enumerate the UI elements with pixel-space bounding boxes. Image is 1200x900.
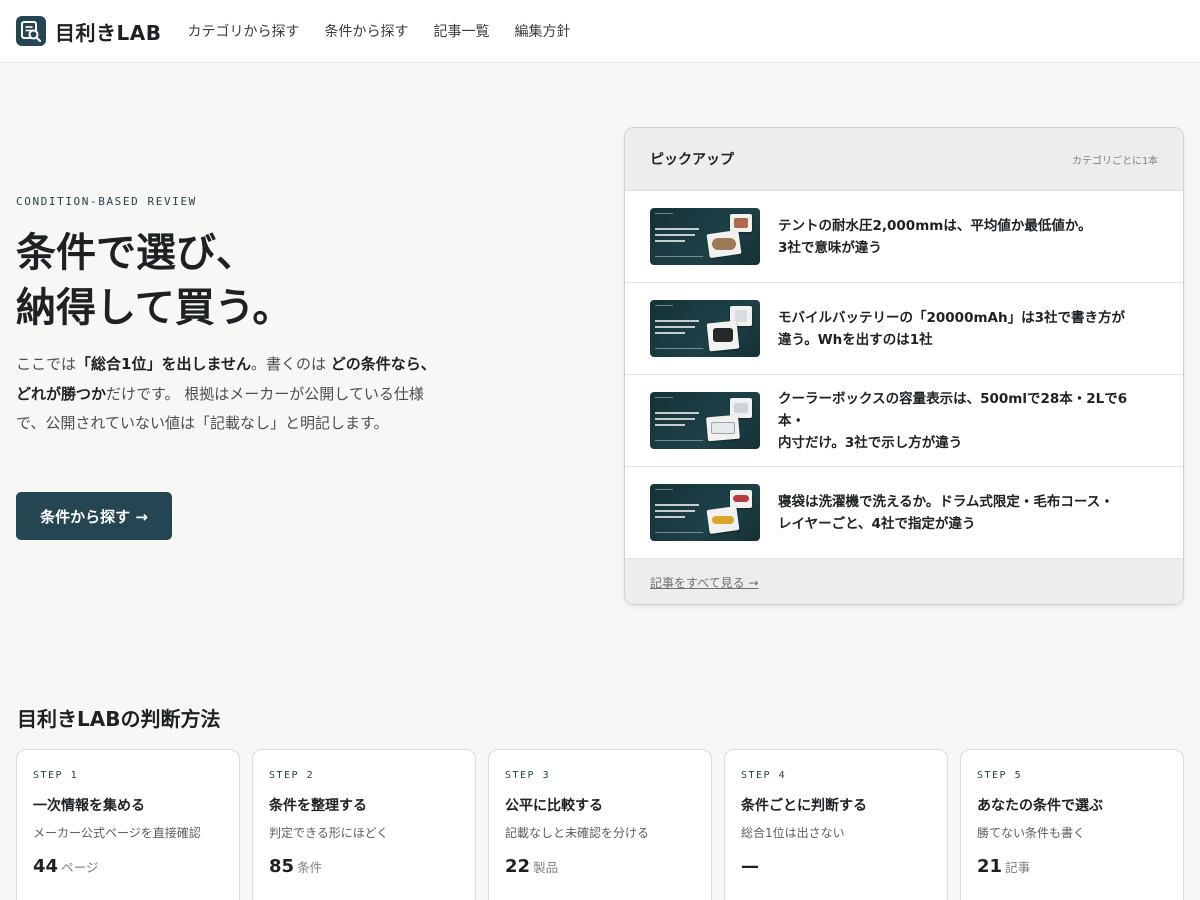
- pickup-item-title: 寝袋は洗濯機で洗えるか。ドラム式限定・毛布コース・ レイヤーごと、4社で指定が違…: [778, 491, 1148, 535]
- step-title: 条件を整理する: [269, 798, 367, 814]
- method-title: 目利きLABの判断方法: [17, 707, 221, 731]
- step-desc: 勝てない条件も書く: [977, 826, 1086, 840]
- pickup-footer: 記事をすべて見る →: [625, 559, 1183, 604]
- nav-item-category[interactable]: カテゴリから探す: [187, 21, 299, 41]
- step-label: STEP 3: [505, 770, 551, 781]
- pickup-item-sleeping-bag[interactable]: 寝袋は洗濯機で洗えるか。ドラム式限定・毛布コース・ レイヤーごと、4社で指定が違…: [625, 467, 1183, 559]
- step-number: 85: [269, 856, 295, 877]
- step-number: 22: [505, 856, 531, 877]
- pickup-item-title: クーラーボックスの容量表示は、500mlで28本・2Lで6本・ 内寸だけ。3社で…: [778, 388, 1148, 454]
- hero-title: 条件で選び、 納得して買う。: [16, 226, 436, 336]
- magnifier-document-icon: [16, 16, 46, 46]
- step-number: —: [741, 856, 759, 877]
- step-label: STEP 5: [977, 770, 1023, 781]
- search-by-condition-button[interactable]: 条件から探す →: [16, 492, 172, 540]
- step-label: STEP 1: [33, 770, 79, 781]
- title-line: 違う。Whを出すのは1社: [778, 331, 933, 348]
- lead-emphasis: 「総合1位」を出しません: [76, 355, 252, 373]
- step-unit: 記事: [1005, 860, 1031, 875]
- site-logo[interactable]: 目利きLAB: [16, 16, 161, 46]
- step-desc: 判定できる形にほどく: [269, 826, 389, 840]
- step-card: STEP 5 あなたの条件で選ぶ 勝てない条件も書く 21 記事: [960, 749, 1184, 900]
- step-unit: 製品: [533, 860, 559, 875]
- title-line: 3社で意味が違う: [778, 239, 882, 256]
- step-desc: 記載なしと未確認を分ける: [505, 826, 650, 840]
- pickup-card: ピックアップ カテゴリごとに1本 テントの耐水圧2,000mmは、平均値か最低値…: [624, 127, 1184, 605]
- title-line: クーラーボックスの容量表示は、500mlで28本・2Lで6本・: [778, 390, 1128, 429]
- logo-text: 目利きLAB: [55, 20, 162, 45]
- hero-title-line1: 条件で選び、: [16, 230, 256, 276]
- step-number: 44: [33, 856, 59, 877]
- step-title: 一次情報を集める: [33, 798, 145, 814]
- step-desc: メーカー公式ページを直接確認: [33, 826, 201, 840]
- pickup-item-tent[interactable]: テントの耐水圧2,000mmは、平均値か最低値か。 3社で意味が違う: [625, 191, 1183, 283]
- pickup-item-title: モバイルバッテリーの「20000mAh」は3社で書き方が 違う。Whを出すのは1…: [778, 307, 1148, 351]
- step-card: STEP 2 条件を整理する 判定できる形にほどく 85 条件: [252, 749, 476, 900]
- hero-title-line2: 納得して買う。: [16, 285, 293, 331]
- pickup-title: ピックアップ: [650, 152, 734, 168]
- title-line: 寝袋は洗濯機で洗えるか。ドラム式限定・毛布コース・: [778, 493, 1114, 510]
- main-nav: カテゴリから探す 条件から探す 記事一覧 編集方針: [187, 21, 595, 41]
- title-line: モバイルバッテリーの「20000mAh」は3社で書き方が: [778, 309, 1125, 326]
- step-title: 公平に比較する: [505, 798, 603, 814]
- step-stat: 44 ページ: [33, 856, 223, 877]
- step-stat: 21 記事: [977, 856, 1167, 877]
- method-steps: STEP 1 一次情報を集める メーカー公式ページを直接確認 44 ページ ST…: [16, 749, 1184, 900]
- nav-item-policy[interactable]: 編集方針: [514, 21, 570, 41]
- step-stat: —: [741, 856, 931, 877]
- nav-item-articles[interactable]: 記事一覧: [433, 21, 489, 41]
- step-desc: 総合1位は出さない: [741, 826, 845, 840]
- title-line: 内寸だけ。3社で示し方が違う: [778, 434, 963, 451]
- lead-seg: ここでは: [16, 355, 77, 373]
- see-all-articles-link[interactable]: 記事をすべて見る →: [650, 574, 759, 591]
- step-number: 21: [977, 856, 1003, 877]
- pickup-note: カテゴリごとに1本: [1071, 155, 1158, 167]
- step-label: STEP 2: [269, 770, 315, 781]
- step-stat: 85 条件: [269, 856, 459, 877]
- hero-eyebrow: CONDITION-BASED REVIEW: [16, 195, 197, 208]
- site-header: 目利きLAB カテゴリから探す 条件から探す 記事一覧 編集方針: [0, 0, 1200, 63]
- article-thumbnail: [650, 484, 760, 541]
- article-thumbnail: [650, 208, 760, 265]
- article-thumbnail: [650, 392, 760, 449]
- lead-seg: 。書くのは: [251, 355, 331, 373]
- hero-lead: ここでは「総合1位」を出しません。書くのは どの条件なら、どれが勝つかだけです。…: [16, 350, 436, 439]
- pickup-header: ピックアップ カテゴリごとに1本: [625, 128, 1183, 191]
- step-title: 条件ごとに判断する: [741, 798, 867, 814]
- step-card: STEP 3 公平に比較する 記載なしと未確認を分ける 22 製品: [488, 749, 712, 900]
- title-line: テントの耐水圧2,000mmは、平均値か最低値か。: [778, 217, 1092, 234]
- nav-item-condition[interactable]: 条件から探す: [324, 21, 408, 41]
- step-stat: 22 製品: [505, 856, 695, 877]
- pickup-item-title: テントの耐水圧2,000mmは、平均値か最低値か。 3社で意味が違う: [778, 215, 1148, 259]
- step-label: STEP 4: [741, 770, 787, 781]
- pickup-item-cooler[interactable]: クーラーボックスの容量表示は、500mlで28本・2Lで6本・ 内寸だけ。3社で…: [625, 375, 1183, 467]
- step-unit: ページ: [61, 860, 99, 875]
- step-unit: 条件: [297, 860, 323, 875]
- article-thumbnail: [650, 300, 760, 357]
- pickup-item-battery[interactable]: モバイルバッテリーの「20000mAh」は3社で書き方が 違う。Whを出すのは1…: [625, 283, 1183, 375]
- step-card: STEP 1 一次情報を集める メーカー公式ページを直接確認 44 ページ: [16, 749, 240, 900]
- step-title: あなたの条件で選ぶ: [977, 798, 1103, 814]
- step-card: STEP 4 条件ごとに判断する 総合1位は出さない —: [724, 749, 948, 900]
- title-line: レイヤーごと、4社で指定が違う: [778, 515, 976, 532]
